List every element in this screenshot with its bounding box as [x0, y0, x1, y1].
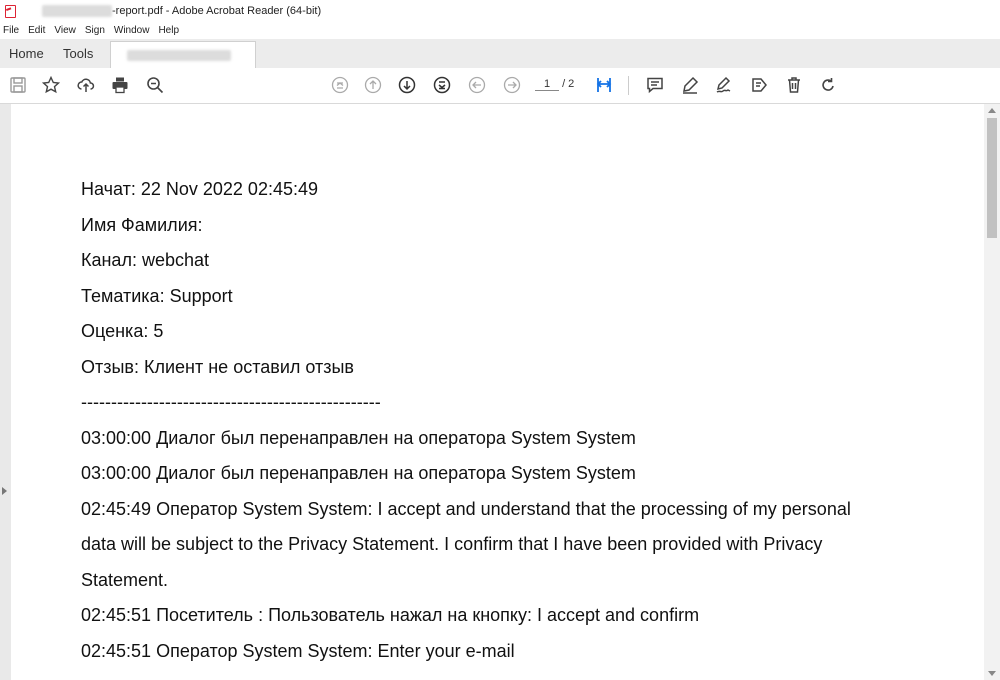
toolbar: 1 / 2: [0, 68, 1000, 104]
menu-edit[interactable]: Edit: [28, 25, 45, 36]
expand-pane-icon[interactable]: [2, 487, 7, 495]
page-indicator: 1 / 2: [535, 78, 574, 91]
doc-line: Тематика: Support: [81, 286, 233, 306]
page-total: / 2: [562, 78, 575, 90]
doc-line: Оценка: 5: [81, 321, 164, 341]
doc-line: Канал: webchat: [81, 250, 209, 270]
page-number-input[interactable]: 1: [535, 78, 559, 91]
toolbar-divider: [628, 76, 629, 95]
title-bar: -report.pdf - Adobe Acrobat Reader (64-b…: [0, 0, 1000, 22]
doc-line: 02:45:49 Оператор System System: I accep…: [81, 499, 851, 519]
forward-icon[interactable]: [502, 75, 522, 95]
fit-page-icon[interactable]: [594, 75, 614, 95]
save-icon[interactable]: [8, 75, 28, 95]
menu-view[interactable]: View: [54, 25, 76, 36]
star-icon[interactable]: [41, 75, 61, 95]
doc-line: data will be subject to the Privacy Stat…: [81, 534, 823, 554]
scrollbar-thumb[interactable]: [987, 118, 997, 238]
doc-line: Начат: 22 Nov 2022 02:45:49: [81, 179, 318, 199]
doc-line: 02:45:51 Посетитель : Пользователь нажал…: [81, 605, 700, 625]
back-icon[interactable]: [467, 75, 487, 95]
doc-line: 02:45:51 Оператор System System: Enter y…: [81, 641, 515, 661]
page-up-icon[interactable]: [363, 75, 383, 95]
comment-icon[interactable]: [645, 75, 665, 95]
highlight-icon[interactable]: [680, 75, 700, 95]
doc-line: Statement.: [81, 570, 169, 590]
zoom-out-icon[interactable]: [145, 75, 165, 95]
tab-tools[interactable]: Tools: [63, 39, 93, 68]
scroll-up-icon[interactable]: [988, 108, 996, 113]
sign-icon[interactable]: [714, 75, 734, 95]
doc-separator: ----------------------------------------…: [81, 392, 381, 412]
tab-document[interactable]: [110, 41, 256, 69]
document-page: Начат: 22 Nov 2022 02:45:49 Имя Фамилия:…: [11, 104, 984, 680]
menu-file[interactable]: File: [3, 25, 19, 36]
trash-icon[interactable]: [784, 75, 804, 95]
tab-home[interactable]: Home: [9, 39, 44, 68]
vertical-scrollbar[interactable]: [984, 104, 1000, 680]
window-title: -report.pdf - Adobe Acrobat Reader (64-b…: [112, 5, 322, 17]
first-page-icon[interactable]: [330, 75, 350, 95]
menu-window[interactable]: Window: [114, 25, 150, 36]
redacted-tab-name: [127, 50, 231, 61]
doc-line: 03:00:00 Диалог был перенаправлен на опе…: [81, 463, 636, 483]
tab-bar: Home Tools: [0, 39, 1000, 69]
redacted-filename: [42, 5, 112, 17]
scroll-down-icon[interactable]: [988, 671, 996, 676]
stamp-icon[interactable]: [749, 75, 769, 95]
page-down-icon[interactable]: [397, 75, 417, 95]
doc-line: Отзыв: Клиент не оставил отзыв: [81, 357, 354, 377]
doc-line: 03:00:00 Диалог был перенаправлен на опе…: [81, 428, 636, 448]
menu-sign[interactable]: Sign: [85, 25, 105, 36]
last-page-icon[interactable]: [432, 75, 452, 95]
cloud-upload-icon[interactable]: [76, 75, 96, 95]
rotate-icon[interactable]: [818, 75, 838, 95]
menu-help[interactable]: Help: [158, 25, 179, 36]
navigation-pane-collapsed[interactable]: [0, 104, 11, 680]
acrobat-icon: [4, 4, 16, 18]
menu-bar: File Edit View Sign Window Help: [0, 22, 1000, 39]
print-icon[interactable]: [110, 75, 130, 95]
doc-line: Имя Фамилия:: [81, 215, 203, 235]
